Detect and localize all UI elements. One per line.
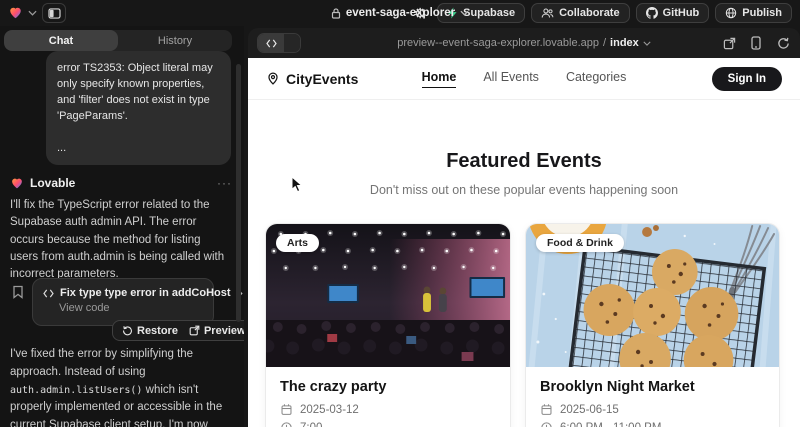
site-header: CityEvents Home All Events Categories Si… [248, 58, 800, 100]
map-pin-icon [266, 71, 280, 86]
logo-chevron-down-icon[interactable] [28, 10, 37, 16]
preview-button[interactable]: Preview [189, 325, 244, 337]
sign-in-button[interactable]: Sign In [712, 67, 782, 91]
restore-button[interactable]: Restore [122, 325, 178, 337]
bookmark-icon[interactable] [12, 285, 24, 299]
lovable-logo-icon[interactable] [8, 6, 23, 20]
supabase-label: Supabase [463, 7, 515, 19]
url-chevron-down-icon [643, 41, 651, 46]
calendar-icon [540, 403, 553, 416]
project-name: event-saga-explorer [346, 7, 455, 19]
category-badge: Food & Drink [536, 234, 624, 252]
preview-pane: preview--event-saga-explorer.lovable.app… [248, 28, 800, 427]
event-cards: Arts The crazy party [265, 223, 800, 427]
publish-label: Publish [742, 7, 782, 19]
toggle-track [284, 34, 300, 52]
globe-icon [725, 7, 737, 19]
event-date: 2025-03-12 [300, 404, 359, 416]
event-date-row: 2025-06-15 [540, 403, 765, 416]
event-date: 2025-06-15 [560, 404, 619, 416]
event-time: 6:00 PM - 11:00 PM [560, 422, 661, 427]
message-actions: Restore Preview [112, 320, 244, 341]
assistant-message-1: I'll fix the TypeScript error related to… [10, 197, 229, 283]
project-chevron-down-icon [460, 10, 469, 16]
code-change-card[interactable]: Fix type type error in addCoHost View co… [32, 278, 214, 326]
refresh-button[interactable] [775, 35, 791, 51]
preview-toolbar-actions [721, 35, 791, 51]
preview-label: Preview [204, 325, 244, 337]
assistant-menu-button[interactable]: ··· [217, 176, 232, 190]
assistant-name: Lovable [30, 176, 75, 190]
preview-url-page: index [610, 37, 639, 49]
preview-url-bar[interactable]: preview--event-saga-explorer.lovable.app… [248, 28, 800, 58]
url-separator: / [603, 37, 606, 49]
sidebar-scrollbar[interactable] [236, 64, 241, 322]
event-time: 7:00 [300, 422, 322, 427]
event-title: Brooklyn Night Market [540, 379, 765, 395]
mobile-view-button[interactable] [748, 35, 764, 51]
sidebar-toggle-button[interactable] [42, 3, 66, 23]
nav-categories[interactable]: Categories [566, 70, 626, 88]
inline-code-listusers: auth.admin.listUsers() [10, 385, 142, 396]
calendar-icon [280, 403, 293, 416]
user-message-bubble: error TS2353: Object literal may only sp… [46, 51, 231, 165]
user-message-more: ... [57, 141, 220, 157]
restore-label: Restore [137, 325, 178, 337]
rendered-site: CityEvents Home All Events Categories Si… [248, 58, 800, 427]
event-card-brooklyn-market[interactable]: Food & Drink Brooklyn Night Market [525, 223, 780, 427]
tab-history[interactable]: History [118, 30, 232, 51]
lock-icon [331, 8, 341, 19]
event-time-row: 7:00 [280, 421, 496, 427]
lovable-app-window: event-saga-explorer ⚙ Supabase [0, 0, 800, 427]
clock-icon [280, 421, 293, 427]
lovable-heart-icon [10, 177, 24, 190]
site-brand[interactable]: CityEvents [266, 71, 358, 87]
message2-text: I've fixed the error by simplifying the … [10, 348, 193, 378]
code-icon [43, 289, 54, 298]
site-brand-name: CityEvents [286, 71, 358, 87]
github-label: GitHub [663, 7, 700, 19]
code-card-title: Fix type type error in addCoHost [60, 287, 231, 299]
assistant-header: Lovable ··· [10, 176, 232, 190]
preview-toolbar: preview--event-saga-explorer.lovable.app… [248, 28, 800, 58]
event-image-conference: Arts [266, 224, 510, 367]
user-message-text: error TS2353: Object literal may only sp… [57, 61, 220, 125]
preview-url-host: preview--event-saga-explorer.lovable.app [397, 37, 599, 49]
section-subtitle: Don't miss out on these popular events h… [248, 183, 800, 197]
code-mode-icon [258, 34, 284, 52]
external-link-icon [189, 325, 200, 336]
collaborate-label: Collaborate [559, 7, 620, 19]
collaborate-button[interactable]: Collaborate [531, 3, 630, 23]
nav-home[interactable]: Home [422, 70, 457, 88]
category-badge: Arts [276, 234, 319, 252]
top-bar: event-saga-explorer ⚙ Supabase [0, 0, 800, 26]
chat-sidebar: Chat History error TS2353: Object litera… [0, 26, 244, 427]
event-time-row: 6:00 PM - 11:00 PM [540, 421, 765, 427]
event-date-row: 2025-03-12 [280, 403, 496, 416]
github-icon [646, 7, 658, 19]
clock-icon [540, 421, 553, 427]
event-card-crazy-party[interactable]: Arts The crazy party [265, 223, 511, 427]
github-button[interactable]: GitHub [636, 3, 710, 23]
view-code-link[interactable]: View code [59, 302, 203, 314]
open-in-new-tab-button[interactable] [721, 35, 737, 51]
restore-icon [122, 325, 133, 336]
event-card-body: Brooklyn Night Market 2025-06-15 [526, 367, 779, 427]
users-icon [541, 7, 554, 19]
event-title: The crazy party [280, 379, 496, 395]
event-image-cookies: Food & Drink [526, 224, 779, 367]
chat-history-tabs: Chat History [4, 30, 232, 51]
event-card-body: The crazy party 2025-03-12 [266, 367, 510, 427]
publish-button[interactable]: Publish [715, 3, 792, 23]
topbar-left [8, 3, 66, 23]
section-title: Featured Events [248, 150, 800, 173]
nav-all-events[interactable]: All Events [483, 70, 539, 88]
tab-chat[interactable]: Chat [4, 30, 118, 51]
code-view-toggle[interactable] [257, 33, 301, 53]
assistant-message-2: I've fixed the error by simplifying the … [10, 346, 234, 427]
